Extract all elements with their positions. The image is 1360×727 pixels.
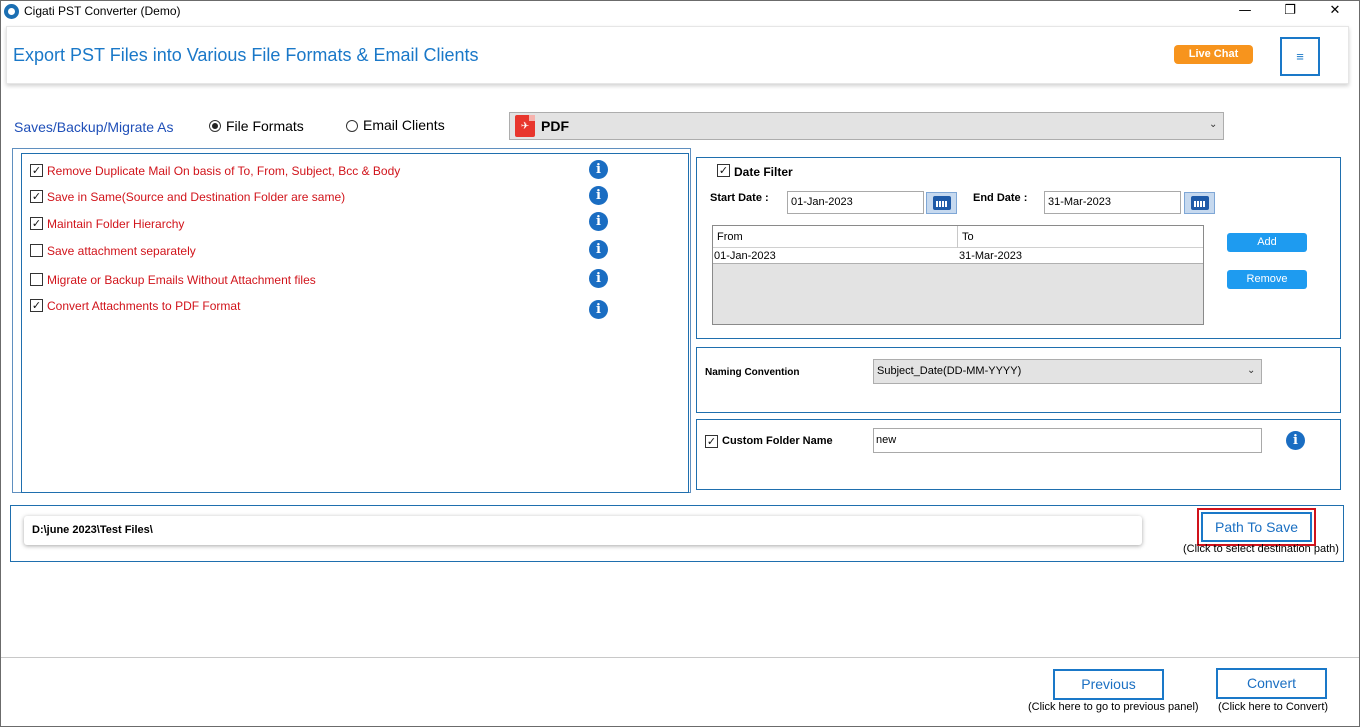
option-label-folder-hierarchy[interactable]: Maintain Folder Hierarchy	[47, 217, 184, 231]
option-checkbox-without-attachment[interactable]	[30, 273, 43, 286]
pdf-glyph-icon: ✈	[520, 121, 530, 132]
option-checkbox-convert-attachments[interactable]: ✓	[30, 299, 43, 312]
close-button[interactable]: ✕	[1312, 0, 1358, 22]
path-hint: (Click to select destination path)	[1183, 543, 1339, 555]
info-icon[interactable]: i	[589, 160, 608, 179]
custom-folder-label[interactable]: Custom Folder Name	[722, 435, 833, 447]
option-checkbox-folder-hierarchy[interactable]: ✓	[30, 217, 43, 230]
footer-divider	[1, 657, 1359, 658]
page-title: Export PST Files into Various File Forma…	[13, 45, 479, 65]
option-label-save-in-same[interactable]: Save in Same(Source and Destination Fold…	[47, 190, 345, 204]
calendar-icon	[1191, 196, 1209, 210]
date-filter-label[interactable]: Date Filter	[734, 165, 793, 179]
minimize-button[interactable]: —	[1222, 0, 1268, 22]
format-select-value: PDF	[541, 118, 569, 134]
info-icon[interactable]: i	[589, 300, 608, 319]
format-select[interactable]	[509, 112, 1224, 140]
destination-path-field[interactable]: D:\june 2023\Test Files\	[24, 516, 1142, 545]
table-header	[713, 226, 1203, 248]
start-date-calendar-button[interactable]	[926, 192, 957, 214]
chevron-down-icon[interactable]: ⌄	[1209, 119, 1217, 130]
column-header-from: From	[717, 231, 743, 243]
add-button[interactable]: Add	[1227, 233, 1307, 252]
info-icon[interactable]: i	[589, 186, 608, 205]
convert-button[interactable]: Convert	[1216, 668, 1327, 699]
table-cell-to: 31-Mar-2023	[959, 250, 1022, 262]
table-cell-from: 01-Jan-2023	[714, 250, 776, 262]
end-date-field[interactable]: 31-Mar-2023	[1044, 191, 1181, 214]
calendar-icon	[933, 196, 951, 210]
option-checkbox-save-in-same[interactable]: ✓	[30, 190, 43, 203]
end-date-calendar-button[interactable]	[1184, 192, 1215, 214]
naming-convention-select[interactable]: Subject_Date(DD-MM-YYYY)	[873, 359, 1262, 384]
start-date-field[interactable]: 01-Jan-2023	[787, 191, 924, 214]
hamburger-icon: ≡	[1296, 49, 1304, 64]
options-panel	[21, 153, 689, 493]
convert-hint: (Click here to Convert)	[1218, 701, 1329, 713]
remove-button[interactable]: Remove	[1227, 270, 1307, 289]
saves-label: Saves/Backup/Migrate As	[14, 119, 174, 135]
option-label-without-attachment[interactable]: Migrate or Backup Emails Without Attachm…	[47, 273, 316, 287]
option-label-save-attachment[interactable]: Save attachment separately	[47, 244, 196, 258]
table-row[interactable]	[713, 248, 1203, 264]
end-date-label: End Date :	[973, 192, 1028, 204]
info-icon[interactable]: i	[589, 240, 608, 259]
start-date-label: Start Date :	[710, 192, 769, 204]
live-chat-button[interactable]: Live Chat	[1174, 45, 1253, 64]
info-icon[interactable]: i	[589, 269, 608, 288]
date-filter-checkbox[interactable]: ✓	[717, 164, 730, 177]
window-title: Cigati PST Converter (Demo)	[24, 4, 181, 18]
previous-button[interactable]: Previous	[1053, 669, 1164, 700]
app-logo-icon	[4, 4, 19, 19]
option-label-convert-attachments[interactable]: Convert Attachments to PDF Format	[47, 299, 240, 313]
custom-folder-input[interactable]: new	[873, 428, 1262, 453]
option-checkbox-save-attachment[interactable]	[30, 244, 43, 257]
option-label-remove-duplicate[interactable]: Remove Duplicate Mail On basis of To, Fr…	[47, 164, 400, 178]
radio-email-clients[interactable]	[346, 120, 358, 132]
title-bar	[1, 1, 1359, 23]
custom-folder-checkbox[interactable]: ✓	[705, 435, 718, 448]
radio-file-formats[interactable]	[209, 120, 221, 132]
radio-email-clients-label[interactable]: Email Clients	[363, 117, 445, 133]
radio-file-formats-label[interactable]: File Formats	[226, 118, 304, 134]
info-icon[interactable]: i	[1286, 431, 1305, 450]
info-icon[interactable]: i	[589, 212, 608, 231]
naming-convention-label: Naming Convention	[705, 367, 800, 378]
option-checkbox-remove-duplicate[interactable]: ✓	[30, 164, 43, 177]
path-to-save-button[interactable]: Path To Save	[1201, 512, 1312, 542]
previous-hint: (Click here to go to previous panel)	[1028, 701, 1199, 713]
menu-button[interactable]: ≡	[1280, 37, 1320, 76]
chevron-down-icon[interactable]: ⌄	[1247, 365, 1255, 376]
maximize-button[interactable]: ❐	[1267, 0, 1313, 22]
column-header-to: To	[962, 231, 974, 243]
